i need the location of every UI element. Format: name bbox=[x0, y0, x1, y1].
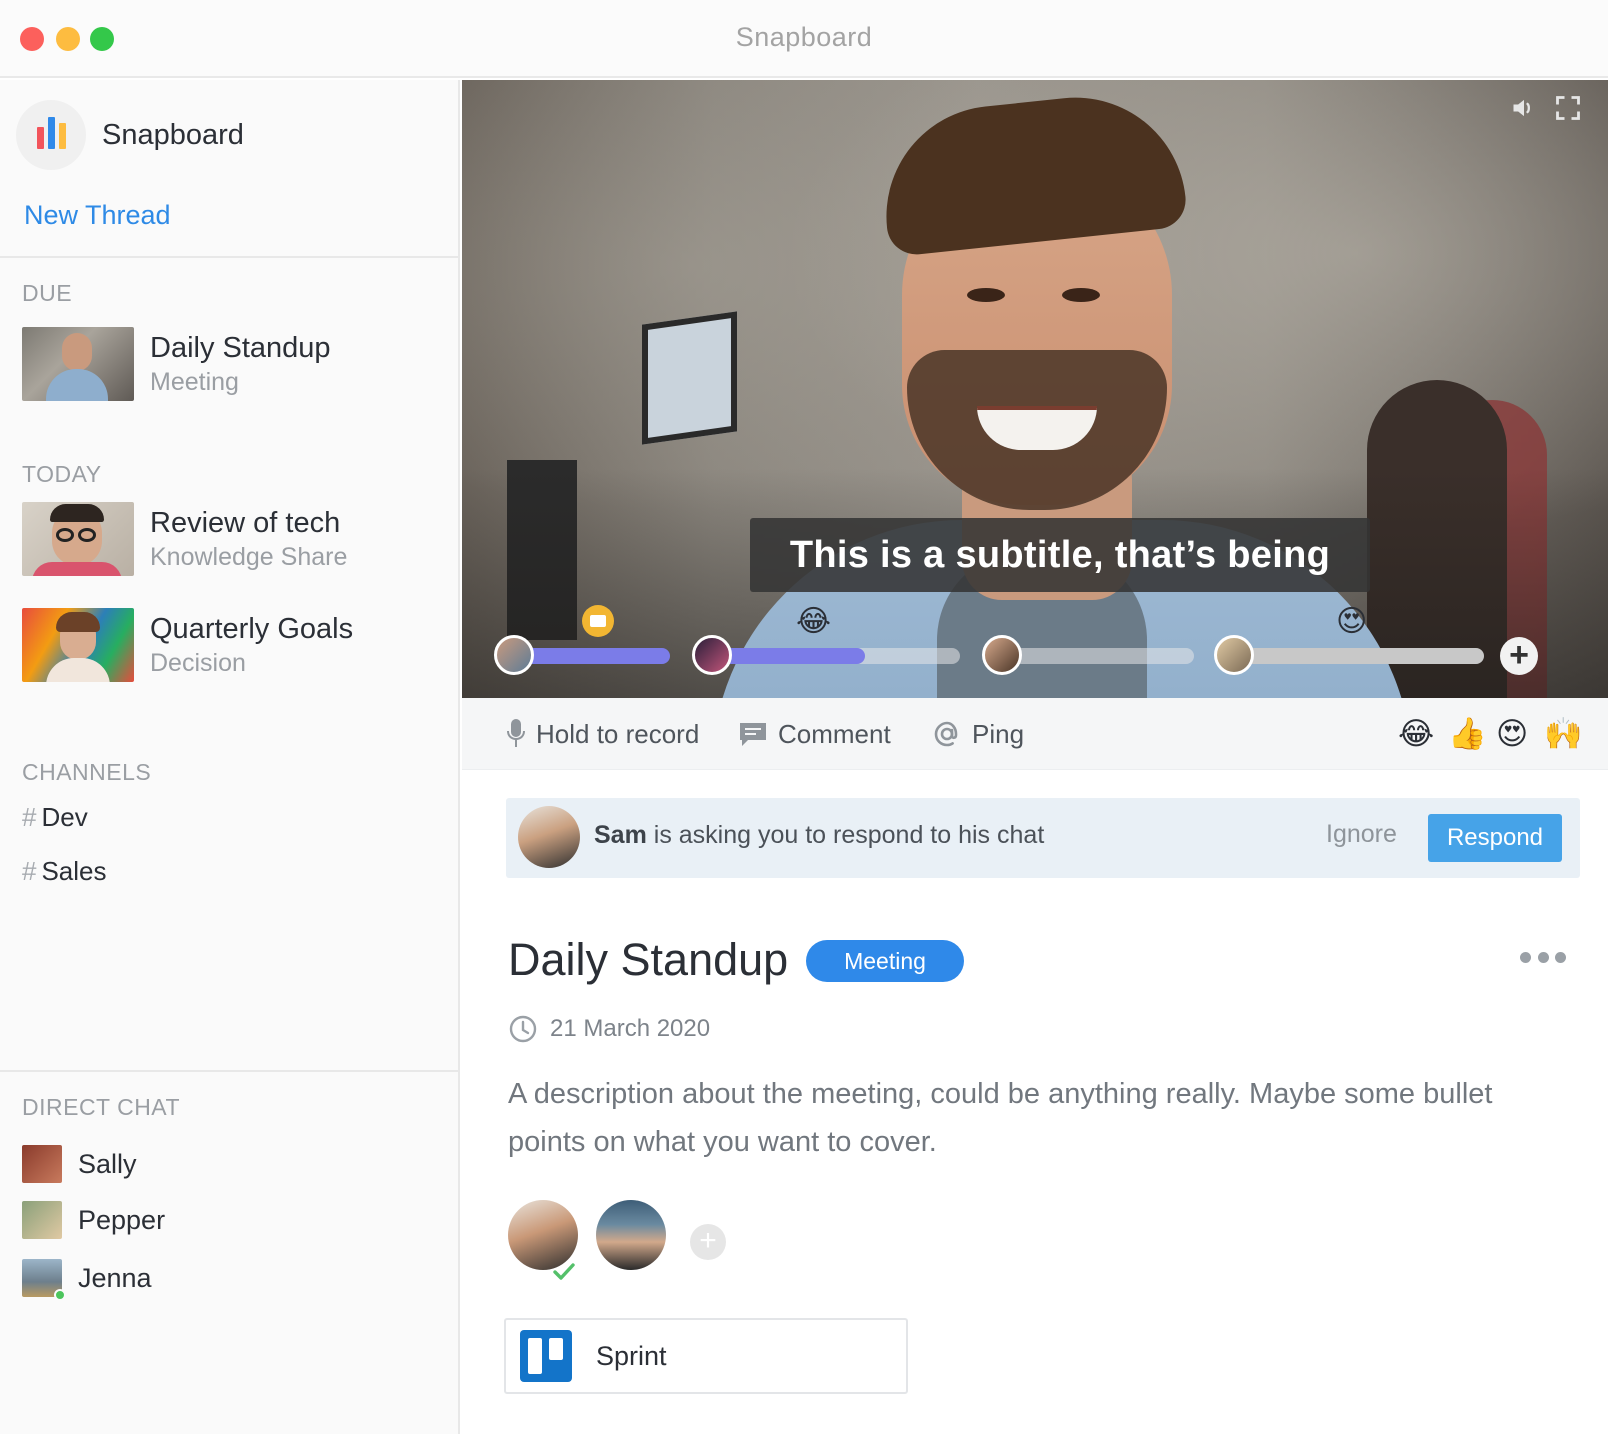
thread-quarterly-goals[interactable]: Quarterly Goals Decision bbox=[22, 607, 442, 683]
react-heart-eyes-button[interactable]: 😍 bbox=[1496, 715, 1528, 753]
more-options-button[interactable] bbox=[1520, 950, 1566, 964]
divider bbox=[0, 1070, 458, 1072]
clip-timeline[interactable]: 😂 😍 + bbox=[462, 605, 1608, 685]
fullscreen-icon[interactable] bbox=[1554, 94, 1582, 122]
brand-name: Snapboard bbox=[102, 118, 244, 151]
at-sign-icon bbox=[934, 721, 958, 747]
speaker-icon[interactable] bbox=[1510, 94, 1538, 122]
heart-eyes-emoji-marker[interactable]: 😍 bbox=[1336, 605, 1367, 639]
laughing-emoji-marker[interactable]: 😂 bbox=[796, 605, 831, 639]
comment-label: Comment bbox=[778, 718, 891, 749]
avatar bbox=[518, 806, 580, 868]
avatar bbox=[22, 1145, 62, 1183]
record-label: Hold to record bbox=[536, 718, 700, 749]
response-request-banner: Sam is asking you to respond to his chat… bbox=[506, 798, 1580, 878]
comment-icon bbox=[740, 723, 766, 746]
clip-author-avatar[interactable] bbox=[982, 635, 1022, 675]
thread-daily-standup[interactable]: Daily Standup Meeting bbox=[22, 326, 442, 402]
dm-name: Sally bbox=[78, 1148, 137, 1179]
thread-title: Quarterly Goals bbox=[150, 613, 354, 645]
dm-jenna[interactable]: Jenna bbox=[22, 1258, 152, 1301]
dot-icon bbox=[1537, 951, 1549, 963]
clip-author-avatar[interactable] bbox=[494, 635, 534, 675]
comment-marker-icon[interactable] bbox=[582, 605, 614, 637]
thread-type: Decision bbox=[150, 649, 246, 677]
thread-thumbnail bbox=[22, 608, 134, 682]
avatar bbox=[22, 1201, 62, 1239]
request-sender: Sam bbox=[594, 821, 647, 849]
window-title: Snapboard bbox=[735, 22, 873, 52]
ping-button[interactable]: Ping bbox=[932, 698, 1024, 770]
attachment-name: Sprint bbox=[596, 1340, 667, 1371]
divider bbox=[0, 256, 458, 258]
thread-title: Daily Standup bbox=[150, 332, 331, 364]
dm-name: Pepper bbox=[78, 1204, 166, 1235]
meeting-date: 21 March 2020 bbox=[550, 1015, 711, 1042]
clip-progress-2[interactable] bbox=[710, 648, 865, 664]
channel-name: Sales bbox=[41, 856, 107, 886]
meeting-description: A description about the meeting, could b… bbox=[508, 1078, 1493, 1158]
request-text: is asking you to respond to his chat bbox=[646, 821, 1045, 849]
dot-icon bbox=[1555, 951, 1566, 963]
thread-thumbnail bbox=[22, 502, 134, 576]
dm-pepper[interactable]: Pepper bbox=[22, 1200, 165, 1240]
dm-sally[interactable]: Sally bbox=[22, 1144, 137, 1184]
comment-button[interactable]: Comment bbox=[738, 698, 891, 770]
thread-type: Knowledge Share bbox=[150, 543, 348, 571]
sidebar: Snapboard New Thread DUE Daily Standup M… bbox=[0, 80, 460, 1434]
video-player[interactable]: This is a subtitle, that’s being 😂 😍 + bbox=[462, 80, 1608, 698]
background-monitor bbox=[642, 311, 737, 445]
date-row: 21 March 2020 bbox=[508, 1014, 710, 1044]
react-raised-hands-button[interactable]: 🙌 bbox=[1544, 715, 1583, 753]
participant-avatar[interactable] bbox=[596, 1200, 666, 1270]
clock-icon bbox=[509, 1015, 537, 1043]
respond-button[interactable]: Respond bbox=[1428, 814, 1562, 862]
thread-type-badge: Meeting bbox=[806, 940, 964, 982]
clip-progress-1[interactable] bbox=[512, 648, 670, 664]
hash-icon: # bbox=[22, 802, 37, 832]
microphone-icon bbox=[507, 719, 525, 747]
add-participant-button[interactable]: + bbox=[690, 1224, 726, 1260]
section-label-due: DUE bbox=[22, 280, 73, 306]
trello-icon bbox=[520, 1330, 572, 1382]
ping-label: Ping bbox=[972, 718, 1025, 749]
hold-to-record-button[interactable]: Hold to record bbox=[506, 698, 699, 770]
avatar bbox=[22, 1259, 66, 1301]
thread-type: Meeting bbox=[150, 368, 239, 396]
dm-name: Jenna bbox=[78, 1262, 152, 1293]
thread-title: Review of tech bbox=[150, 507, 341, 539]
channel-dev[interactable]: # Dev bbox=[22, 802, 88, 833]
react-laughing-button[interactable]: 😂 bbox=[1398, 715, 1434, 753]
section-label-direct-chat: DIRECT CHAT bbox=[22, 1094, 180, 1120]
dot-icon bbox=[1520, 951, 1531, 963]
clip-track-4[interactable] bbox=[1234, 648, 1484, 664]
section-label-channels: CHANNELS bbox=[22, 759, 152, 785]
attachment-card-sprint[interactable]: Sprint bbox=[504, 1318, 908, 1394]
add-clip-button[interactable]: + bbox=[1500, 637, 1538, 675]
clip-author-avatar[interactable] bbox=[1214, 635, 1254, 675]
title-bar: Snapboard bbox=[0, 0, 1608, 78]
online-status-indicator bbox=[54, 1289, 66, 1301]
channel-name: Dev bbox=[41, 802, 88, 832]
react-thumbs-up-button[interactable]: 👍 bbox=[1448, 715, 1487, 753]
check-icon bbox=[553, 1263, 575, 1280]
page-title: Daily Standup bbox=[508, 934, 789, 985]
request-message: Sam is asking you to respond to his chat bbox=[594, 821, 1044, 850]
clip-track-3[interactable] bbox=[998, 648, 1194, 664]
action-bar: Hold to record Comment Ping 😂 👍 😍 🙌 bbox=[462, 698, 1608, 770]
snapboard-logo-icon bbox=[16, 100, 86, 170]
video-subtitle: This is a subtitle, that’s being bbox=[750, 518, 1370, 592]
section-label-today: TODAY bbox=[22, 461, 102, 487]
thread-thumbnail bbox=[22, 327, 134, 401]
brand: Snapboard bbox=[16, 100, 244, 170]
clip-author-avatar[interactable] bbox=[692, 635, 732, 675]
hash-icon: # bbox=[22, 856, 37, 886]
ignore-button[interactable]: Ignore bbox=[1326, 820, 1397, 849]
new-thread-button[interactable]: New Thread bbox=[24, 200, 171, 231]
participant-avatar[interactable] bbox=[508, 1200, 578, 1270]
channel-sales[interactable]: # Sales bbox=[22, 856, 107, 887]
thread-review-of-tech[interactable]: Review of tech Knowledge Share bbox=[22, 501, 442, 577]
